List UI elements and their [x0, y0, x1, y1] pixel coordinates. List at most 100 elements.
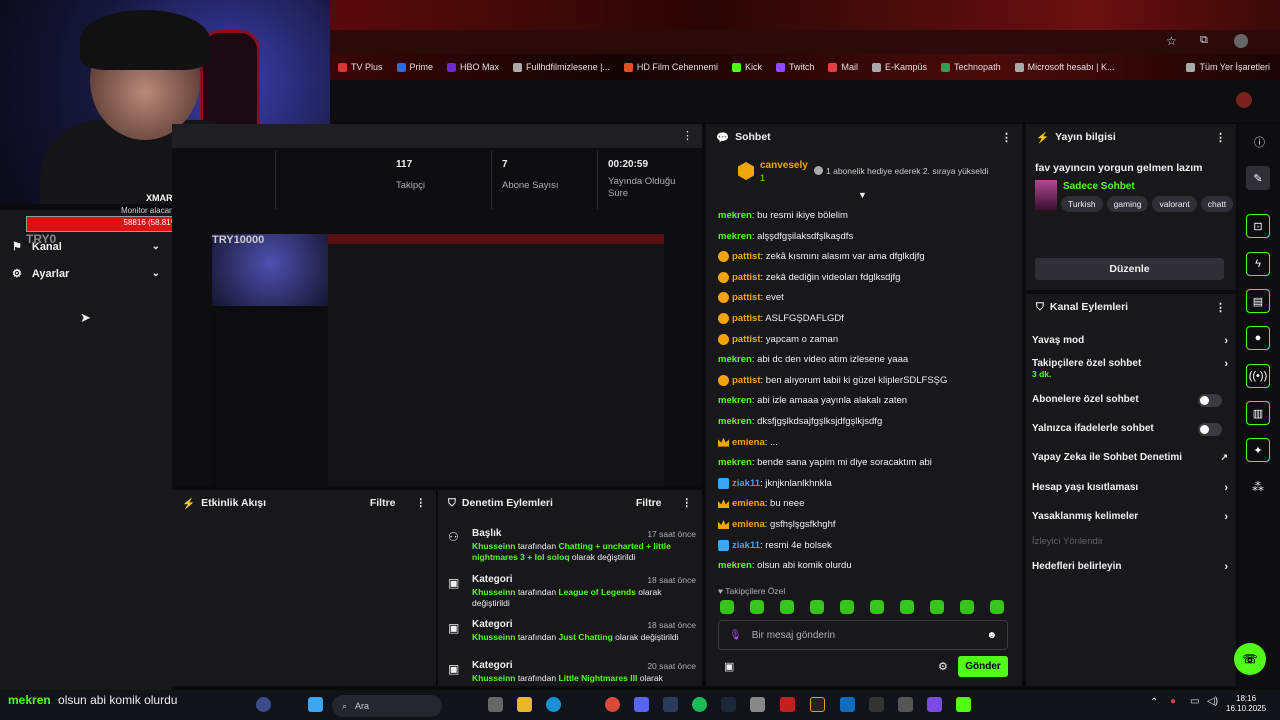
chat-username[interactable]: emiena: [732, 498, 765, 509]
app-icon[interactable]: [663, 697, 678, 712]
steam-icon[interactable]: [721, 697, 736, 712]
action-takipçilere-özel-sohbet[interactable]: Takipçilere özel sohbet 3 dk. ›: [1032, 358, 1228, 379]
chat-username[interactable]: pattist: [732, 375, 761, 386]
emote-icon[interactable]: [870, 600, 884, 614]
wrench-icon[interactable]: ✦: [1246, 438, 1270, 462]
category-name[interactable]: Sadece Sohbet: [1063, 181, 1135, 192]
more-options-icon[interactable]: ⋮: [416, 497, 427, 509]
emote-icon[interactable]: [990, 600, 1004, 614]
chat-username[interactable]: mekren: [718, 457, 752, 468]
mod-action-user[interactable]: Khusseinn: [472, 587, 515, 597]
extensions-icon[interactable]: ⧉: [1200, 34, 1208, 47]
emote-icon[interactable]: [900, 600, 914, 614]
microphone-icon[interactable]: ●: [1170, 696, 1176, 707]
layout-icon[interactable]: ▥: [1246, 401, 1270, 425]
emote-icon[interactable]: [930, 600, 944, 614]
widgets-icon[interactable]: [256, 697, 271, 712]
star-icon[interactable]: ☆: [1166, 34, 1177, 48]
filter-button[interactable]: Filtre: [370, 497, 396, 509]
action-yasaklanmış-kelimeler[interactable]: Yasaklanmış kelimeler ›: [1032, 511, 1228, 523]
tray-chevron-icon[interactable]: ⌃: [1150, 697, 1158, 708]
kick-icon[interactable]: [956, 697, 971, 712]
help-button[interactable]: ☏: [1234, 643, 1266, 675]
bookmark-item[interactable]: Technopath: [941, 62, 1001, 72]
edge-icon[interactable]: [546, 697, 561, 712]
gear-icon[interactable]: ⚙: [938, 660, 948, 673]
app-icon[interactable]: [927, 697, 942, 712]
emote-icon[interactable]: [720, 600, 734, 614]
chat-bubble-icon[interactable]: ●: [1246, 326, 1270, 350]
action-yavaş-mod[interactable]: Yavaş mod ›: [1032, 335, 1228, 347]
mod-action-user[interactable]: Khusseinn: [472, 632, 515, 642]
profile-icon[interactable]: [1234, 34, 1248, 48]
bookmark-item[interactable]: Microsoft hesabı | K...: [1014, 62, 1114, 72]
bookmark-item[interactable]: Mail: [828, 62, 858, 72]
chat-username[interactable]: emiena: [732, 437, 765, 448]
mod-action-user[interactable]: Khusseinn: [472, 541, 515, 551]
chat-username[interactable]: mekren: [718, 231, 752, 242]
taskbar-search[interactable]: ⌕ Ara: [332, 695, 442, 717]
tag-chip[interactable]: Turkish: [1061, 196, 1103, 212]
chrome-icon[interactable]: [605, 697, 620, 712]
chat-username[interactable]: pattist: [732, 292, 761, 303]
chat-username[interactable]: ziak11: [732, 478, 760, 489]
bookmark-item[interactable]: Tüm Yer İşaretleri: [1186, 62, 1270, 72]
edit-button[interactable]: Düzenle: [1035, 258, 1224, 280]
chat-username[interactable]: pattist: [732, 313, 761, 324]
emoji-icon[interactable]: ☻: [986, 630, 997, 641]
more-options-icon[interactable]: ⋮: [682, 497, 693, 509]
file-explorer-icon[interactable]: [517, 697, 532, 712]
chat-username[interactable]: mekren: [718, 354, 752, 365]
microphone-icon[interactable]: 🎙: [729, 630, 742, 641]
chat-input[interactable]: 🎙 Bir mesaj gönderin ☻: [718, 620, 1008, 650]
broadcast-icon[interactable]: ((•)): [1246, 364, 1270, 388]
chat-username[interactable]: mekren: [718, 210, 752, 221]
info-icon[interactable]: ⓘ: [1254, 134, 1265, 150]
store-icon[interactable]: ▣: [724, 660, 734, 673]
chat-username[interactable]: pattist: [732, 251, 761, 262]
clipboard-icon[interactable]: ▤: [1246, 289, 1270, 313]
toggle-switch[interactable]: [1198, 394, 1222, 407]
set-targets-action[interactable]: Hedefleri belirleyin ›: [1032, 561, 1228, 573]
filter-button[interactable]: Filtre: [636, 497, 662, 509]
dots-cluster-icon[interactable]: ⁂: [1252, 480, 1264, 494]
sidebar-item-ayarlar[interactable]: ⚙ Ayarlar ⌄: [12, 267, 160, 281]
collapse-icon[interactable]: ▼: [858, 190, 867, 200]
chat-username[interactable]: ziak11: [732, 540, 760, 551]
avatar[interactable]: [1236, 92, 1252, 108]
bookmark-item[interactable]: Kick: [731, 62, 762, 72]
action-hesap-yaşı-kısıtlaması[interactable]: Hesap yaşı kısıtlaması ›: [1032, 482, 1228, 494]
tag-chip[interactable]: valorant: [1152, 196, 1197, 212]
app-icon[interactable]: [750, 697, 765, 712]
toggle-switch[interactable]: [1198, 423, 1222, 436]
more-options-icon[interactable]: ⋮: [1215, 301, 1226, 314]
more-options-icon[interactable]: ⋮: [1215, 131, 1226, 144]
action-yalnızca-ifadelerle-sohbet[interactable]: Yalnızca ifadelerle sohbet: [1032, 423, 1228, 436]
app-icon[interactable]: [869, 697, 884, 712]
bookmark-item[interactable]: HBO Max: [447, 62, 499, 72]
action-yapay-zeka-ile-sohbet-denetimi[interactable]: Yapay Zeka ile Sohbet Denetimi ↗: [1032, 452, 1228, 463]
windows-start-icon[interactable]: [308, 697, 323, 712]
app-icon[interactable]: [780, 697, 795, 712]
chat-username[interactable]: emiena: [732, 519, 765, 530]
emote-icon[interactable]: [840, 600, 854, 614]
more-options-icon[interactable]: ⋮: [682, 129, 693, 142]
outlook-icon[interactable]: [840, 697, 855, 712]
network-icon[interactable]: ▭: [1190, 696, 1199, 707]
edit-icon[interactable]: ✎: [1246, 166, 1270, 190]
bookmark-item[interactable]: TV Plus: [338, 62, 383, 72]
pinned-user[interactable]: canvesely: [760, 160, 808, 171]
emote-icon[interactable]: [750, 600, 764, 614]
chat-username[interactable]: mekren: [718, 395, 752, 406]
category-thumbnail[interactable]: [1035, 180, 1057, 210]
chat-username[interactable]: pattist: [732, 272, 761, 283]
action-abonelere-özel-sohbet[interactable]: Abonelere özel sohbet: [1032, 394, 1228, 407]
emote-icon[interactable]: [960, 600, 974, 614]
mod-action-user[interactable]: Khusseinn: [472, 673, 515, 683]
bookmark-item[interactable]: Twitch: [775, 62, 814, 72]
volume-icon[interactable]: ◁): [1207, 696, 1218, 707]
app-icon[interactable]: [898, 697, 913, 712]
more-options-icon[interactable]: ⋮: [1001, 131, 1012, 144]
bookmark-item[interactable]: E-Kampüs: [872, 62, 927, 72]
tag-chip[interactable]: chatt: [1200, 196, 1233, 212]
